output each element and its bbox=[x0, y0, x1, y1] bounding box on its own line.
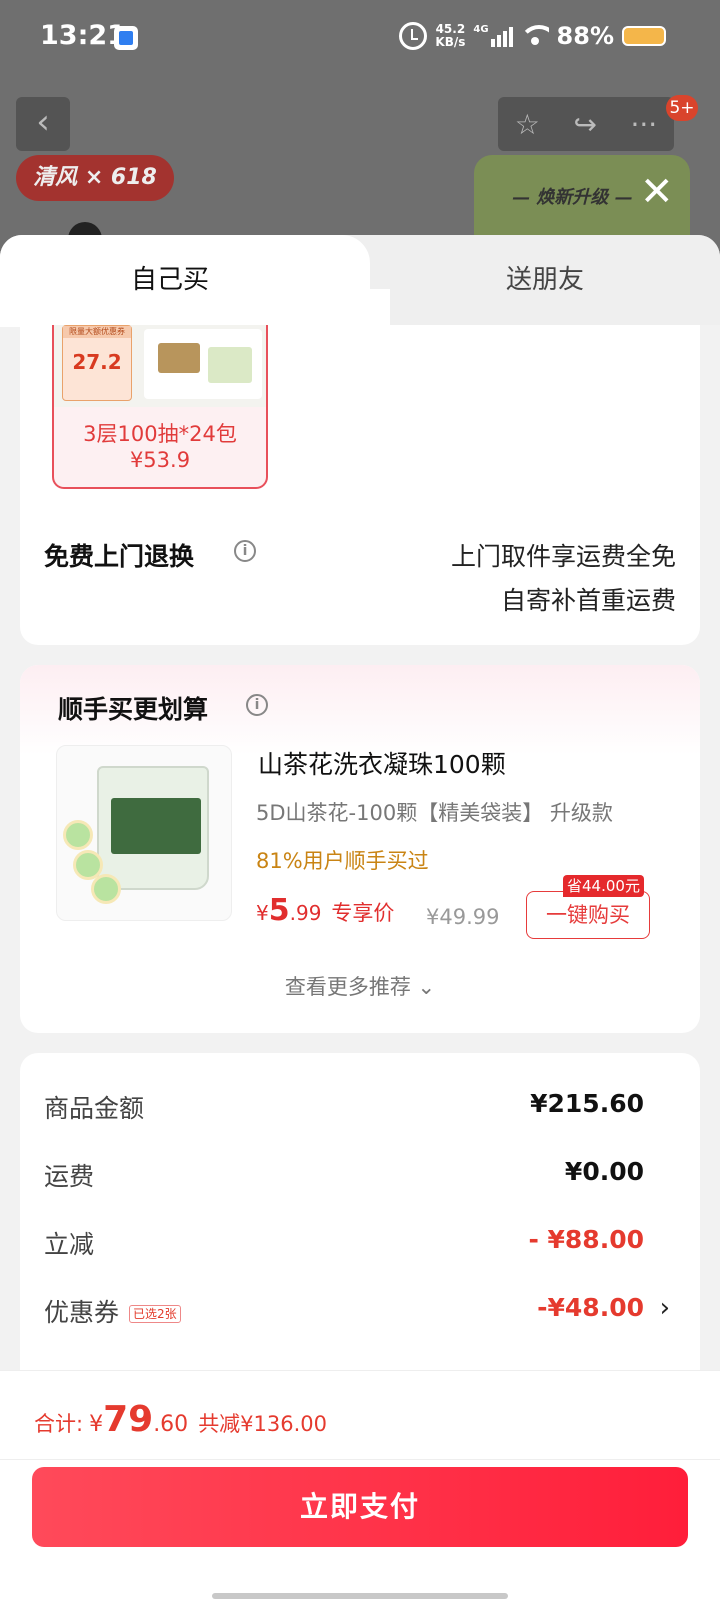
summary-value: - ¥88.00 bbox=[528, 1225, 644, 1254]
coupon-count-tag: 已选2张 bbox=[129, 1305, 181, 1323]
star-icon[interactable]: ☆ bbox=[515, 108, 540, 141]
tab-gift-to-friend[interactable]: 送朋友 bbox=[370, 235, 720, 325]
info-icon[interactable]: i bbox=[246, 694, 268, 716]
coupon-label: 优惠券 bbox=[44, 1298, 120, 1327]
recommendation-card: 顺手买更划算 i 山茶花洗衣凝珠100颗 5D山茶花-100颗【精美袋装】 升级… bbox=[20, 665, 700, 1033]
product-name[interactable]: 山茶花洗衣凝珠100颗 bbox=[258, 745, 506, 781]
chevron-left-icon: ‹ bbox=[36, 102, 50, 142]
tissue-pack-image bbox=[144, 329, 262, 399]
summary-value: ¥0.00 bbox=[564, 1157, 644, 1186]
signal-icon bbox=[490, 25, 513, 47]
sku-image: 限量大额优惠券 27.2 bbox=[54, 325, 266, 407]
summary-row-goods-amount: 商品金额 ¥215.60 bbox=[44, 1089, 644, 1129]
alarm-icon bbox=[399, 22, 428, 50]
product-price: ¥5.99 专享价 bbox=[256, 893, 394, 928]
sku-spec-text: 3层100抽*24包 bbox=[83, 422, 237, 446]
summary-row-coupon[interactable]: 优惠券 已选2张 -¥48.00 › bbox=[44, 1293, 670, 1333]
net-speed-unit: KB/s bbox=[435, 35, 466, 49]
social-proof: 81%用户顺手买过 bbox=[256, 849, 429, 873]
summary-row-shipping: 运费 ¥0.00 bbox=[44, 1157, 644, 1197]
free-return-label: 免费上门退换 bbox=[44, 542, 195, 571]
status-icons: 45.2 KB/s 4G 88% bbox=[399, 22, 666, 50]
summary-value: ¥215.60 bbox=[530, 1089, 644, 1118]
back-button[interactable]: ‹ bbox=[16, 97, 70, 151]
original-price: ¥49.99 bbox=[426, 905, 500, 929]
summary-label: 商品金额 bbox=[44, 1094, 145, 1123]
info-icon[interactable]: i bbox=[234, 540, 256, 562]
share-icon[interactable]: ↪ bbox=[573, 108, 596, 141]
bucket-image bbox=[97, 766, 209, 890]
summary-row-discount: 立减 - ¥88.00 bbox=[44, 1225, 644, 1265]
coupon-tag: 限量大额优惠券 27.2 bbox=[62, 325, 132, 401]
return-pickup-text: 上门取件享运费全免 bbox=[450, 542, 676, 571]
close-icon[interactable]: ✕ bbox=[640, 172, 674, 212]
product-image[interactable] bbox=[56, 745, 232, 921]
more-icon[interactable]: ··· bbox=[630, 108, 657, 141]
summary-label: 优惠券 已选2张 bbox=[44, 1293, 181, 1329]
price-tag: 专享价 bbox=[331, 901, 395, 925]
price-integer: 5 bbox=[268, 893, 290, 928]
battery-icon bbox=[622, 26, 666, 46]
price-currency: ¥ bbox=[256, 901, 269, 925]
checkout-footer: 合计: ¥79.60 共减¥136.00 立即支付 bbox=[0, 1370, 720, 1600]
network-type: 4G bbox=[473, 23, 489, 35]
coupon-tag-title: 限量大额优惠券 bbox=[63, 326, 131, 338]
pay-now-button[interactable]: 立即支付 bbox=[32, 1467, 688, 1547]
purchase-tabs: 自己买 送朋友 bbox=[0, 235, 720, 329]
brand-banner: 清风 × 618 bbox=[16, 155, 174, 201]
product-spec: 5D山茶花-100颗【精美袋装】 升级款 bbox=[256, 801, 613, 825]
status-bar: 13:21 45.2 KB/s 4G 88% bbox=[0, 0, 720, 76]
summary-value: -¥48.00 bbox=[537, 1293, 644, 1322]
checkout-sheet: 自己买 送朋友 限量大额优惠券 27.2 3层100抽*24包 ¥53.9 免费… bbox=[0, 235, 720, 1600]
summary-label: 立减 bbox=[44, 1230, 95, 1259]
app-notification-icon bbox=[114, 26, 138, 50]
wifi-icon bbox=[520, 25, 549, 47]
order-item-card: 限量大额优惠券 27.2 3层100抽*24包 ¥53.9 免费上门退换 i 上… bbox=[20, 325, 700, 645]
summary-label: 运费 bbox=[44, 1162, 95, 1191]
coupon-tag-price: 27.2 bbox=[72, 350, 122, 374]
net-speed: 45.2 KB/s bbox=[435, 23, 465, 49]
recommendation-title: 顺手买更划算 bbox=[58, 695, 209, 724]
total-integer: 79 bbox=[103, 1399, 154, 1440]
one-click-buy-button[interactable]: 一键购买 bbox=[526, 891, 650, 939]
home-indicator[interactable] bbox=[212, 1593, 508, 1599]
battery-percent: 88% bbox=[556, 22, 614, 50]
sku-price: ¥53.9 bbox=[129, 448, 191, 472]
selected-sku[interactable]: 限量大额优惠券 27.2 3层100抽*24包 ¥53.9 bbox=[52, 325, 268, 489]
message-badge: 5+ bbox=[666, 95, 698, 121]
order-total: 合计: ¥79.60 共减¥136.00 bbox=[34, 1399, 327, 1440]
top-actions: ☆ ↪ ··· bbox=[498, 97, 674, 151]
return-self-ship-text: 自寄补首重运费 bbox=[500, 586, 676, 615]
total-saved: 共减¥136.00 bbox=[198, 1412, 328, 1436]
divider bbox=[0, 1459, 720, 1460]
more-recommendations-link[interactable]: 查看更多推荐 ⌄ bbox=[20, 971, 700, 1001]
total-label: 合计: bbox=[34, 1412, 84, 1436]
sku-spec: 3层100抽*24包 ¥53.9 bbox=[54, 421, 266, 473]
chevron-right-icon: › bbox=[659, 1293, 670, 1323]
price-decimal: .99 bbox=[289, 901, 322, 925]
save-badge: 省44.00元 bbox=[563, 875, 644, 897]
total-decimal: .60 bbox=[153, 1412, 189, 1437]
total-currency: ¥ bbox=[89, 1412, 104, 1437]
tab-buy-for-self[interactable]: 自己买 bbox=[0, 235, 390, 329]
